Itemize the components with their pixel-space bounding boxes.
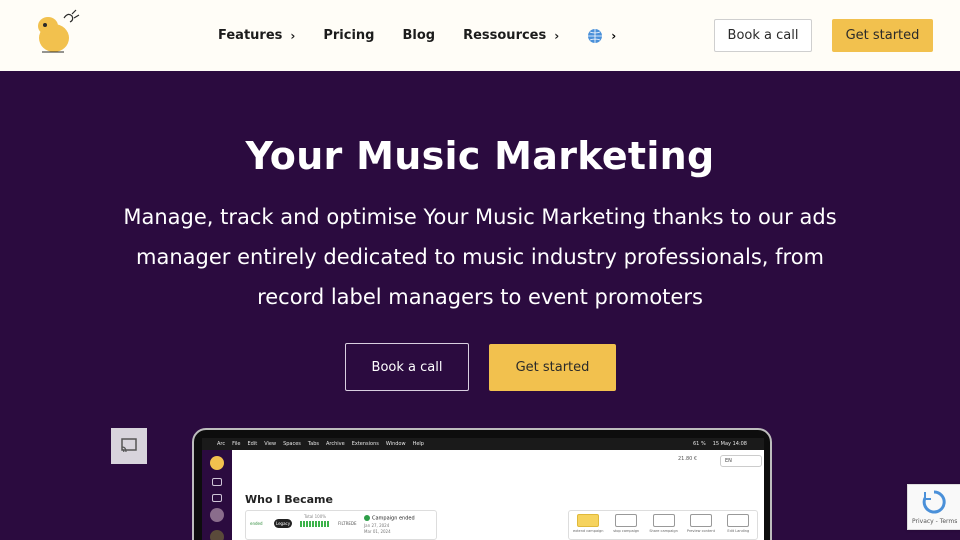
app-sidebar: [202, 450, 232, 540]
campaign-status: Campaign ended: [364, 515, 415, 522]
users-icon: [212, 494, 222, 502]
menubar-item: Window: [385, 441, 406, 447]
extend-campaign-action: extend campaign: [573, 514, 604, 533]
main-nav: Features › Pricing Blog Ressources › ›: [218, 0, 616, 71]
menubar-item: View: [264, 441, 277, 447]
hero-subtitle: Manage, track and optimise Your Music Ma…: [123, 205, 837, 309]
language-dropdown: EN: [720, 455, 762, 467]
logo-icon[interactable]: [34, 8, 84, 60]
hero-get-started-button[interactable]: Get started: [489, 344, 616, 391]
nav-item-blog[interactable]: Blog: [402, 28, 435, 43]
nav-item-label: Features: [218, 28, 283, 43]
account-balance: 21.80 €: [678, 456, 698, 462]
app-logo-icon: [210, 456, 224, 470]
action-label: Share campaign: [649, 529, 678, 533]
nav-item-pricing[interactable]: Pricing: [323, 28, 374, 43]
check-icon: [364, 515, 370, 521]
avatar: [210, 508, 224, 522]
header-book-call-button[interactable]: Book a call: [714, 19, 812, 52]
edit-landing-action: Edit Landing: [724, 514, 753, 533]
app-screenshot: Arc File Edit View Spaces Tabs Archive E…: [202, 438, 764, 540]
header-get-started-button[interactable]: Get started: [832, 19, 933, 52]
recaptcha-badge[interactable]: Privacy - Terms: [907, 484, 960, 530]
status-badge: ended: [250, 521, 263, 526]
stop-campaign-action: stop campaign: [612, 514, 641, 533]
language-selector[interactable]: ›: [587, 28, 616, 44]
progress-caption: Total 100%: [304, 514, 327, 519]
menubar-item: Arc: [217, 441, 226, 447]
preview-content-action: Preview content: [686, 514, 715, 533]
site-header: Features › Pricing Blog Ressources › › B…: [0, 0, 960, 71]
end-date: Mar 01, 2024: [364, 529, 391, 534]
action-label: extend campaign: [573, 529, 604, 533]
avatar: [210, 530, 224, 540]
hero-book-call-button[interactable]: Book a call: [345, 343, 469, 391]
progress-bars: [300, 521, 329, 527]
menubar-clock: 15 May 14:08: [712, 441, 747, 447]
nav-item-ressources[interactable]: Ressources ›: [463, 28, 559, 43]
chevron-right-icon: ›: [554, 28, 560, 43]
nav-item-label: Ressources: [463, 28, 547, 43]
share-campaign-action: Share campaign: [649, 514, 678, 533]
campaign-title: Who I Became: [245, 493, 333, 506]
laptop-mockup: Arc File Edit View Spaces Tabs Archive E…: [192, 428, 772, 540]
menubar-status: 61 % 15 May 14:08: [693, 438, 754, 450]
menubar-item: File: [232, 441, 241, 447]
recaptcha-icon: [922, 490, 946, 514]
chevron-right-icon: ›: [611, 28, 617, 43]
recaptcha-terms[interactable]: Privacy - Terms: [912, 518, 957, 525]
mac-menubar: Arc File Edit View Spaces Tabs Archive E…: [202, 438, 764, 450]
action-label: Edit Landing: [727, 529, 750, 533]
action-label: Preview content: [686, 529, 715, 533]
battery-level: 61 %: [693, 441, 706, 447]
language-value: EN: [725, 458, 732, 464]
menubar-item: Spaces: [283, 441, 301, 447]
chevron-right-icon: ›: [290, 28, 296, 43]
menubar-item: Tabs: [307, 441, 319, 447]
network-label: FILTREDE: [338, 521, 357, 526]
legacy-badge: Legacy: [274, 519, 292, 528]
nav-item-label: Blog: [402, 28, 436, 43]
hero-title: Your Music Marketing: [245, 134, 715, 178]
action-label: stop campaign: [613, 529, 640, 533]
home-icon: [212, 478, 222, 486]
campaign-status-label: Campaign ended: [372, 515, 415, 522]
nav-item-features[interactable]: Features ›: [218, 28, 295, 43]
campaign-actions: extend campaign stop campaign Share camp…: [568, 510, 758, 540]
menubar-item: Edit: [247, 441, 258, 447]
campaign-card: ended Legacy Total 100% FILTREDE Campaig…: [245, 510, 437, 540]
cast-button[interactable]: [111, 428, 147, 464]
menubar-item: Archive: [325, 441, 345, 447]
globe-icon: [588, 28, 603, 43]
nav-item-label: Pricing: [323, 28, 375, 43]
menubar-item: Extensions: [351, 441, 379, 447]
campaign-dates: Jan 27, 2024 Mar 01, 2024: [364, 523, 391, 535]
cast-icon: [121, 438, 137, 453]
menubar-item: Help: [412, 441, 424, 447]
